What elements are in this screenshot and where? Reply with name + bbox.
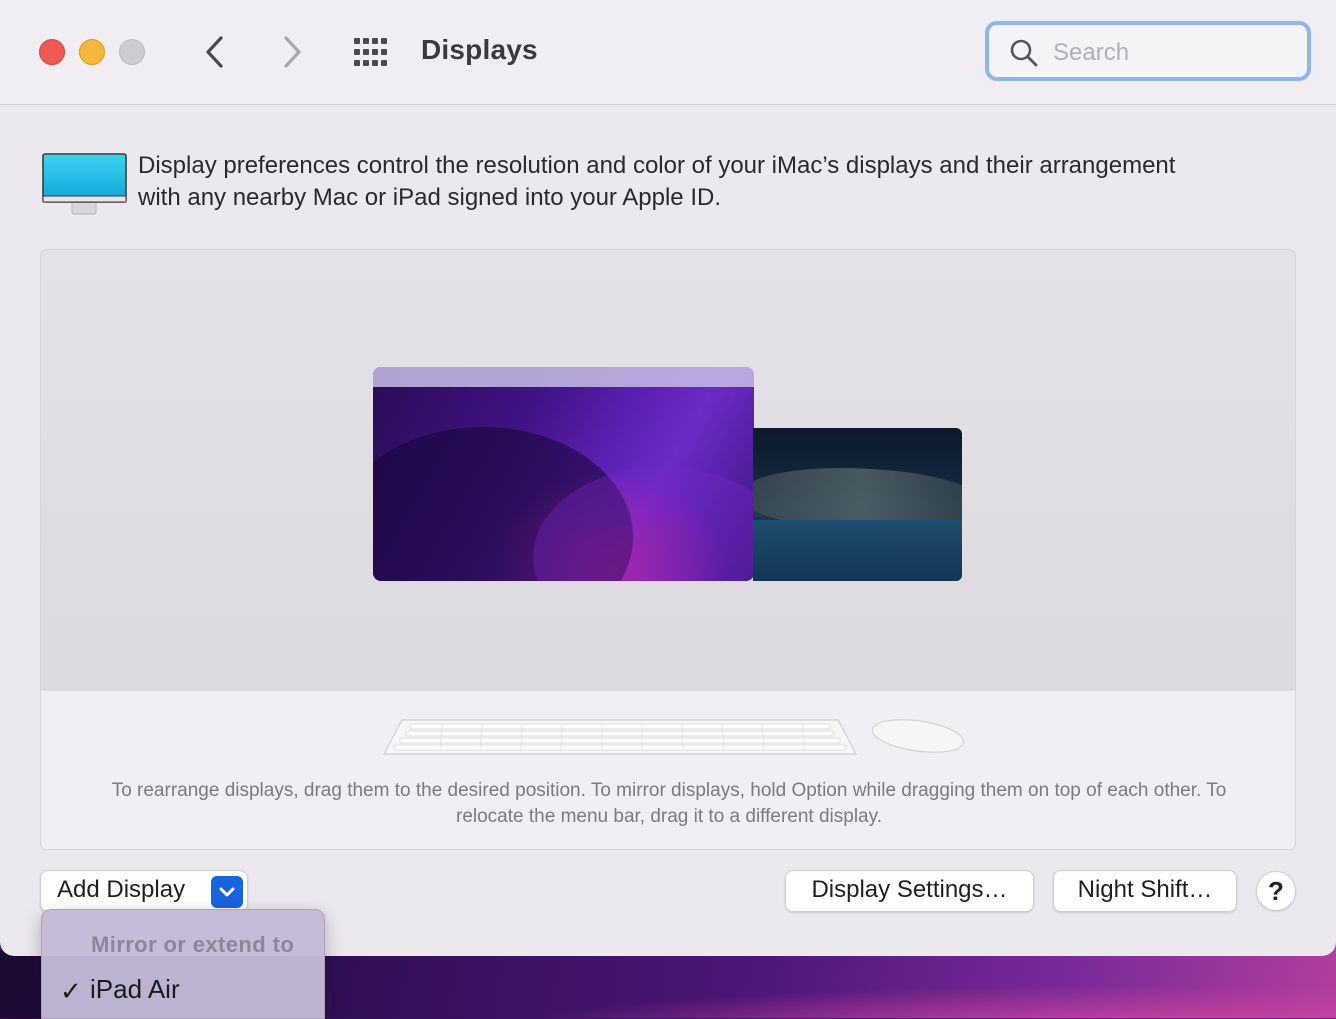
night-shift-button[interactable]: Night Shift… (1053, 870, 1237, 912)
menu-item-label: iPad Air (90, 974, 180, 1004)
menu-bar-handle[interactable] (373, 367, 754, 387)
close-window-button[interactable] (39, 39, 65, 65)
add-display-menu: Mirror or extend to ✓ iPad Air (41, 909, 325, 1019)
zoom-window-button (119, 39, 145, 65)
add-display-popup-button[interactable]: Add Display (40, 870, 248, 912)
display-settings-button[interactable]: Display Settings… (785, 870, 1034, 912)
wallpaper-shape (753, 468, 962, 528)
search-field[interactable] (985, 21, 1311, 81)
chevron-left-icon[interactable] (196, 32, 236, 72)
wallpaper-shape (753, 520, 962, 581)
mouse-illustration (871, 719, 965, 753)
magnifier-icon (1010, 39, 1038, 67)
help-button[interactable]: ? (1256, 871, 1296, 911)
system-preferences-window: Displays Display preferences control the… (0, 0, 1336, 956)
add-display-label: Add Display (57, 876, 186, 903)
arrangement-hint: To rearrange displays, drag them to the … (111, 780, 1227, 827)
checkmark-icon: ✓ (60, 976, 82, 1006)
main-display-thumbnail[interactable] (373, 367, 754, 581)
search-input[interactable] (1051, 35, 1295, 71)
ipad-display-thumbnail[interactable] (753, 428, 962, 581)
chevron-right-icon[interactable] (272, 32, 312, 72)
title-bar: Displays (0, 0, 1336, 105)
keyboard-illustration (383, 719, 857, 755)
minimize-window-button[interactable] (79, 39, 105, 65)
chevron-down-icon (211, 876, 243, 908)
intro-description: Display preferences control the resoluti… (138, 152, 1176, 211)
display-arrangement-panel: To rearrange displays, drag them to the … (40, 249, 1296, 850)
arrangement-canvas (41, 250, 1295, 691)
menu-section-header: Mirror or extend to (91, 932, 295, 957)
imac-display-icon (42, 153, 127, 215)
window-title: Displays (421, 34, 538, 65)
grid-icon[interactable] (352, 36, 392, 68)
menu-item-ipad-air[interactable]: ✓ iPad Air (42, 970, 324, 1010)
